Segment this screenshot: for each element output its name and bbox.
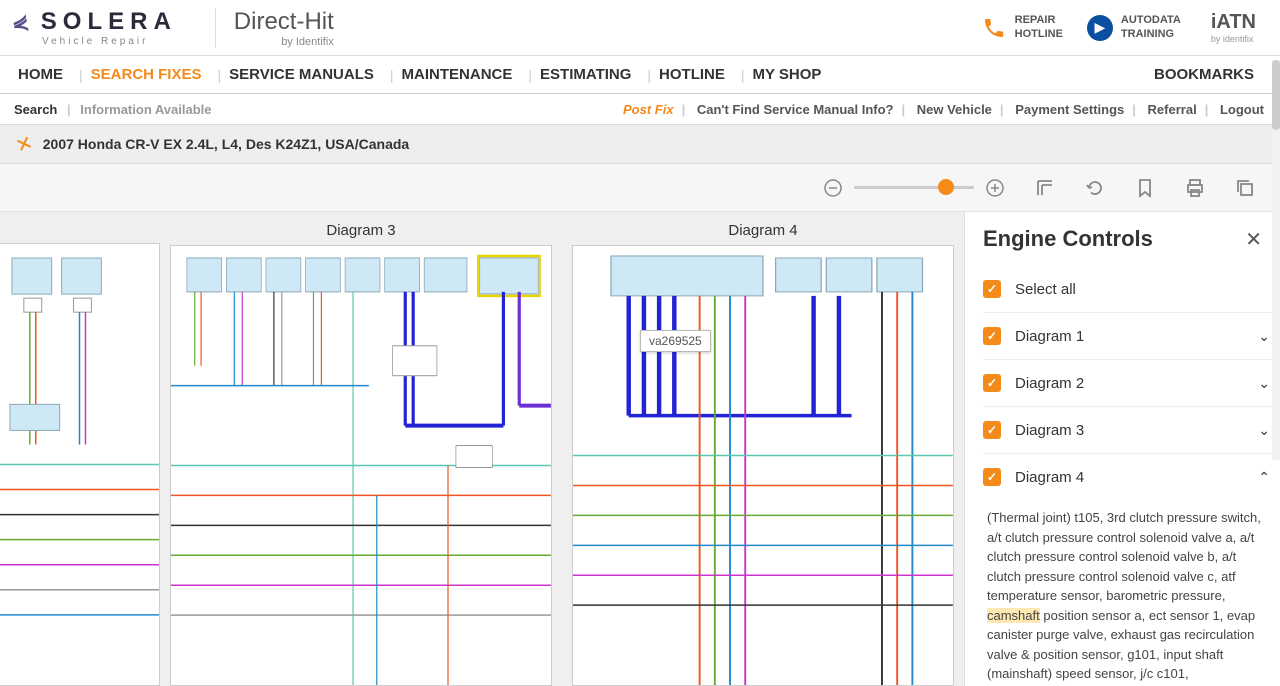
training-l1: AUTODATA xyxy=(1121,14,1181,27)
content-area: Diagram 3 xyxy=(0,212,1280,686)
repair-l1: REPAIR xyxy=(1015,14,1063,27)
sidebar-item-label: Diagram 3 xyxy=(1015,422,1258,439)
iatn-sub: by identifix xyxy=(1211,34,1254,44)
sidebar-item-diagram-2[interactable]: ✓ Diagram 2 ⌄ xyxy=(983,360,1274,407)
nav-maintenance[interactable]: MAINTENANCE xyxy=(398,66,517,83)
sidebar-scrollbar[interactable] xyxy=(1272,60,1280,460)
select-all-row[interactable]: ✓ Select all xyxy=(983,266,1274,313)
sidebar-item-label: Diagram 1 xyxy=(1015,328,1258,345)
diagram-3-canvas[interactable] xyxy=(170,245,552,686)
diagram-4-canvas[interactable] xyxy=(572,245,954,686)
divider xyxy=(215,8,216,48)
diagram-2-partial xyxy=(0,222,160,686)
nav-search-fixes[interactable]: SEARCH FIXES xyxy=(87,66,206,83)
solera-name: SOLERA xyxy=(41,8,177,36)
zoom-slider[interactable] xyxy=(854,186,974,189)
solera-subtitle: Vehicle Repair xyxy=(42,36,148,47)
select-all-label: Select all xyxy=(1015,281,1270,298)
nav-bookmarks[interactable]: BOOKMARKS xyxy=(1150,66,1258,83)
diagram-toolbar xyxy=(0,164,1280,212)
diagram-3-title: Diagram 3 xyxy=(326,222,395,239)
close-icon[interactable]: ✕ xyxy=(1245,227,1262,252)
zoom-thumb[interactable] xyxy=(938,179,954,195)
desc-pre: (Thermal joint) t105, 3rd clutch pressur… xyxy=(987,510,1261,603)
diagram-tooltip: va269525 xyxy=(640,330,711,352)
chevron-down-icon[interactable]: ⌄ xyxy=(1258,422,1270,439)
print-icon[interactable] xyxy=(1184,177,1206,199)
vehicle-icon: ✕ xyxy=(12,129,36,158)
training-l2: TRAINING xyxy=(1121,28,1181,41)
subnav-payment[interactable]: Payment Settings xyxy=(1015,102,1124,117)
repair-hotline-link[interactable]: REPAIRHOTLINE xyxy=(981,14,1063,40)
reset-icon[interactable] xyxy=(1084,177,1106,199)
iatn-name: iATN xyxy=(1211,11,1256,34)
subnav-new-vehicle[interactable]: New Vehicle xyxy=(917,102,992,117)
bookmark-icon[interactable] xyxy=(1134,177,1156,199)
solera-logo-icon: ⋞ xyxy=(10,8,37,37)
checkbox-icon[interactable]: ✓ xyxy=(983,327,1001,345)
diagram-viewport[interactable]: Diagram 3 xyxy=(0,212,964,686)
sidebar-body[interactable]: ✓ Select all ✓ Diagram 1 ⌄ ✓ Diagram 2 ⌄… xyxy=(965,266,1280,686)
subnav-search[interactable]: Search xyxy=(14,102,57,117)
diagram-4-column: Diagram 4 xyxy=(562,222,964,686)
chevron-down-icon[interactable]: ⌄ xyxy=(1258,375,1270,392)
app-header: ⋞SOLERA Vehicle Repair Direct-Hit by Ide… xyxy=(0,0,1280,56)
copy-icon[interactable] xyxy=(1234,177,1256,199)
product-name: Direct-Hit xyxy=(234,8,334,36)
subnav-referral[interactable]: Referral xyxy=(1148,102,1197,117)
solera-brand[interactable]: ⋞SOLERA Vehicle Repair xyxy=(12,8,177,47)
nav-service-manuals[interactable]: SERVICE MANUALS xyxy=(225,66,378,83)
sidebar-item-diagram-3[interactable]: ✓ Diagram 3 ⌄ xyxy=(983,407,1274,454)
checkbox-icon[interactable]: ✓ xyxy=(983,280,1001,298)
subnav-cant-find[interactable]: Can't Find Service Manual Info? xyxy=(697,102,894,117)
chevron-down-icon[interactable]: ⌄ xyxy=(1258,328,1270,345)
nav-my-shop[interactable]: MY SHOP xyxy=(749,66,826,83)
nav-hotline[interactable]: HOTLINE xyxy=(655,66,729,83)
repair-l2: HOTLINE xyxy=(1015,28,1063,41)
checkbox-icon[interactable]: ✓ xyxy=(983,374,1001,392)
main-nav: HOME| SEARCH FIXES| SERVICE MANUALS| MAI… xyxy=(0,56,1280,94)
sidebar-item-diagram-4[interactable]: ✓ Diagram 4 ⌃ xyxy=(983,454,1274,500)
subnav-info[interactable]: Information Available xyxy=(80,102,211,117)
sidebar-item-diagram-1[interactable]: ✓ Diagram 1 ⌄ xyxy=(983,313,1274,360)
sidebar-panel: Engine Controls ✕ ✓ Select all ✓ Diagram… xyxy=(964,212,1280,686)
product-brand[interactable]: Direct-Hit by Identifix xyxy=(234,8,334,48)
diagram-3-column: Diagram 3 xyxy=(160,222,562,686)
sidebar-item-label: Diagram 4 xyxy=(1015,469,1258,486)
checkbox-icon[interactable]: ✓ xyxy=(983,421,1001,439)
zoom-in-icon[interactable] xyxy=(984,177,1006,199)
phone-icon xyxy=(981,15,1007,41)
nav-estimating[interactable]: ESTIMATING xyxy=(536,66,635,83)
iatn-link[interactable]: iATN by identifix xyxy=(1211,11,1256,44)
layout-icon[interactable] xyxy=(1034,177,1056,199)
chevron-up-icon[interactable]: ⌃ xyxy=(1258,469,1270,486)
subnav-post-fix[interactable]: Post Fix xyxy=(623,102,674,117)
play-icon: ▶ xyxy=(1087,15,1113,41)
vehicle-bar: ✕ 2007 Honda CR-V EX 2.4L, L4, Des K24Z1… xyxy=(0,124,1280,164)
nav-home[interactable]: HOME xyxy=(14,66,67,83)
desc-highlight: camshaft xyxy=(987,608,1040,623)
diagram-partial-canvas[interactable] xyxy=(0,243,160,686)
sub-nav: Search | Information Available Post Fix|… xyxy=(0,94,1280,124)
product-subtitle: by Identifix xyxy=(234,36,334,48)
sidebar-title: Engine Controls xyxy=(983,226,1153,252)
checkbox-icon[interactable]: ✓ xyxy=(983,468,1001,486)
zoom-out-icon[interactable] xyxy=(822,177,844,199)
diagram-4-title: Diagram 4 xyxy=(728,222,797,239)
autodata-training-link[interactable]: ▶ AUTODATATRAINING xyxy=(1087,14,1181,40)
vehicle-text: 2007 Honda CR-V EX 2.4L, L4, Des K24Z1, … xyxy=(43,136,409,152)
zoom-control xyxy=(822,177,1006,199)
diagram-4-description: (Thermal joint) t105, 3rd clutch pressur… xyxy=(983,500,1274,686)
sidebar-item-label: Diagram 2 xyxy=(1015,375,1258,392)
subnav-logout[interactable]: Logout xyxy=(1220,102,1264,117)
